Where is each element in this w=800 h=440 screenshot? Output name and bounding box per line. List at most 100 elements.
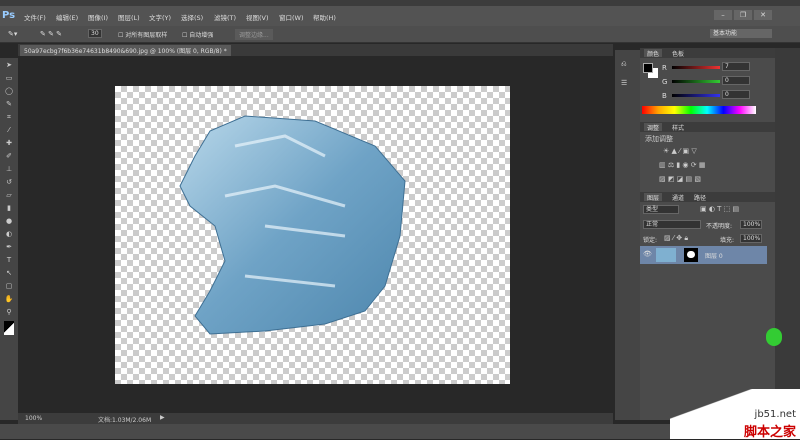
move-tool-icon[interactable]: ➤ bbox=[4, 61, 14, 71]
panel-icon-column: ⎌ ☰ bbox=[615, 50, 640, 420]
layers-panel: 类型 ▣ ◐ T ⬚ ▤ 正常 不透明度: 100% 锁定: ▨ ⁄ ✥ 🔒︎ … bbox=[640, 202, 775, 402]
status-menu-arrow-icon[interactable]: ▶ bbox=[160, 414, 165, 421]
menu-select[interactable]: 选择(S) bbox=[181, 12, 203, 22]
r-value[interactable]: 7 bbox=[722, 62, 750, 71]
quick-select-tool-icon[interactable]: ✎▾ bbox=[8, 30, 17, 38]
ps-logo: Ps bbox=[2, 10, 16, 21]
refine-edge-button[interactable]: 调整边缘... bbox=[235, 29, 273, 40]
history-brush-icon[interactable]: ↺ bbox=[4, 178, 14, 188]
visibility-eye-icon[interactable]: 👁︎ bbox=[643, 250, 652, 258]
menu-help[interactable]: 帮助(H) bbox=[313, 12, 336, 22]
restore-button[interactable]: ❐ bbox=[734, 10, 752, 20]
layer-thumbnail bbox=[656, 248, 676, 262]
add-adjustment-title: 添加调整 bbox=[645, 135, 673, 143]
sample-all-label: 对所有图层取样 bbox=[125, 32, 168, 39]
stamp-tool-icon[interactable]: ⊥ bbox=[4, 165, 14, 175]
zoom-level[interactable]: 100% bbox=[25, 415, 42, 422]
tab-color[interactable]: 颜色 bbox=[644, 49, 663, 58]
g-label: G bbox=[662, 78, 668, 86]
b-label: B bbox=[662, 92, 667, 100]
lasso-tool-icon[interactable]: ◯ bbox=[4, 87, 14, 97]
layer-mask-thumbnail[interactable] bbox=[684, 248, 698, 262]
gradient-tool-icon[interactable]: ▮ bbox=[4, 204, 14, 214]
pen-tool-icon[interactable]: ✒ bbox=[4, 243, 14, 253]
foreground-color[interactable] bbox=[643, 63, 653, 73]
color-spectrum[interactable] bbox=[642, 106, 756, 114]
dodge-tool-icon[interactable]: ◐ bbox=[4, 230, 14, 240]
lock-label: 锁定: bbox=[643, 237, 658, 244]
hand-tool-icon[interactable]: ✋ bbox=[4, 295, 14, 305]
crop-tool-icon[interactable]: ⌗ bbox=[4, 113, 14, 123]
tab-swatches[interactable]: 色板 bbox=[672, 49, 684, 58]
color-panel-tabs: 颜色 色板 bbox=[640, 48, 775, 58]
layer-filter-select[interactable]: 类型 bbox=[643, 205, 679, 214]
status-bar: 100% 文档:1.03M/2.06M ▶ bbox=[18, 413, 613, 424]
zoom-tool-icon[interactable]: ⚲ bbox=[4, 308, 14, 318]
right-scroll-area bbox=[766, 48, 800, 420]
adjustment-icons-row-2[interactable]: ▥ ⚖ ▮ ◉ ⟳ ▦ bbox=[645, 158, 770, 172]
watermark-url: jb51.net bbox=[754, 409, 796, 420]
document-canvas[interactable] bbox=[115, 86, 510, 384]
fill-label: 填充: bbox=[720, 237, 735, 244]
tab-styles[interactable]: 样式 bbox=[672, 123, 684, 132]
lock-icons[interactable]: ▨ ⁄ ✥ 🔒︎ bbox=[664, 234, 688, 243]
layer-name[interactable]: 图层 0 bbox=[705, 251, 723, 260]
brush-size[interactable]: 30 bbox=[88, 29, 102, 38]
menu-window[interactable]: 窗口(W) bbox=[279, 12, 304, 22]
healing-tool-icon[interactable]: ✚ bbox=[4, 139, 14, 149]
menu-edit[interactable]: 编辑(E) bbox=[56, 12, 78, 22]
document-tab[interactable]: 50a97ecbg7f6b36e74631b8490&690.jpg @ 100… bbox=[20, 45, 231, 56]
adjustment-icons-row-3[interactable]: ▨ ◩ ◪ ▤ ▧ bbox=[645, 172, 770, 186]
workspace-select[interactable]: 基本功能 bbox=[710, 29, 772, 38]
layer-row[interactable]: 👁︎ 图层 0 bbox=[640, 246, 767, 264]
blur-tool-icon[interactable]: ● bbox=[4, 217, 14, 227]
tab-adjustments[interactable]: 调整 bbox=[644, 123, 663, 132]
type-tool-icon[interactable]: T bbox=[4, 256, 14, 266]
window-controls: – ❐ ✕ bbox=[714, 10, 772, 20]
eraser-tool-icon[interactable]: ▱ bbox=[4, 191, 14, 201]
fill-field[interactable]: 100% bbox=[740, 234, 762, 243]
tab-channels[interactable]: 通道 bbox=[672, 193, 684, 202]
menu-file[interactable]: 文件(F) bbox=[24, 12, 46, 22]
blend-mode-select[interactable]: 正常 bbox=[643, 220, 701, 229]
menu-type[interactable]: 文字(Y) bbox=[149, 12, 171, 22]
adjustments-panel: 添加调整 ☀ ▲ ⁄ ▣ ▽ ▥ ⚖ ▮ ◉ ⟳ ▦ ▨ ◩ ◪ ▤ ▧ bbox=[640, 132, 775, 192]
color-swatches-icon[interactable] bbox=[4, 321, 14, 335]
opacity-field[interactable]: 100% bbox=[740, 220, 762, 229]
b-slider[interactable] bbox=[672, 94, 720, 97]
close-button[interactable]: ✕ bbox=[754, 10, 772, 20]
eyedropper-tool-icon[interactable]: ⁄ bbox=[4, 126, 14, 136]
b-value[interactable]: 0 bbox=[722, 90, 750, 99]
quick-select-tool-icon[interactable]: ✎ bbox=[4, 100, 14, 110]
path-select-icon[interactable]: ↖ bbox=[4, 269, 14, 279]
shape-tool-icon[interactable]: ▢ bbox=[4, 282, 14, 292]
document-tabs: 50a97ecbg7f6b36e74631b8490&690.jpg @ 100… bbox=[18, 44, 613, 56]
r-slider[interactable] bbox=[672, 66, 720, 69]
brush-tool-icon[interactable]: ✐ bbox=[4, 152, 14, 162]
brush-mode-icons[interactable]: ✎ ✎ ✎ bbox=[40, 30, 62, 38]
sample-all-checkbox[interactable]: ☐ 对所有图层取样 bbox=[118, 30, 167, 39]
adjust-panel-tabs: 调整 样式 bbox=[640, 122, 775, 132]
ice-sculpture-image bbox=[179, 115, 406, 335]
floating-badge-icon[interactable] bbox=[766, 328, 782, 346]
color-panel: R 7 G 0 B 0 bbox=[640, 58, 775, 122]
auto-enhance-checkbox[interactable]: ☐ 自动增强 bbox=[182, 30, 213, 39]
menu-view[interactable]: 视图(V) bbox=[246, 12, 269, 22]
adjustment-icons-row-1[interactable]: ☀ ▲ ⁄ ▣ ▽ bbox=[645, 144, 770, 158]
g-value[interactable]: 0 bbox=[722, 76, 750, 85]
menu-filter[interactable]: 滤镜(T) bbox=[214, 12, 236, 22]
tab-layers[interactable]: 图层 bbox=[644, 193, 663, 202]
properties-panel-icon[interactable]: ☰ bbox=[621, 79, 634, 87]
options-bar: ✎▾ ✎ ✎ ✎ 30 ☐ 对所有图层取样 ☐ 自动增强 调整边缘... 基本功… bbox=[0, 26, 800, 43]
menu-layer[interactable]: 图层(L) bbox=[118, 12, 140, 22]
panels: 颜色 色板 R 7 G 0 B 0 调整 样式 添加调整 ☀ ▲ ⁄ ▣ ▽ ▥… bbox=[640, 48, 775, 420]
menu-image[interactable]: 图像(I) bbox=[88, 12, 108, 22]
minimize-button[interactable]: – bbox=[714, 10, 732, 20]
layer-filter-icons[interactable]: ▣ ◐ T ⬚ ▤ bbox=[700, 205, 739, 213]
history-panel-icon[interactable]: ⎌ bbox=[621, 60, 634, 69]
marquee-tool-icon[interactable]: ▭ bbox=[4, 74, 14, 84]
g-slider[interactable] bbox=[672, 80, 720, 83]
doc-size: 文档:1.03M/2.06M bbox=[98, 417, 152, 424]
layers-panel-tabs: 图层 通道 路径 bbox=[640, 192, 775, 202]
tab-paths[interactable]: 路径 bbox=[694, 193, 706, 202]
